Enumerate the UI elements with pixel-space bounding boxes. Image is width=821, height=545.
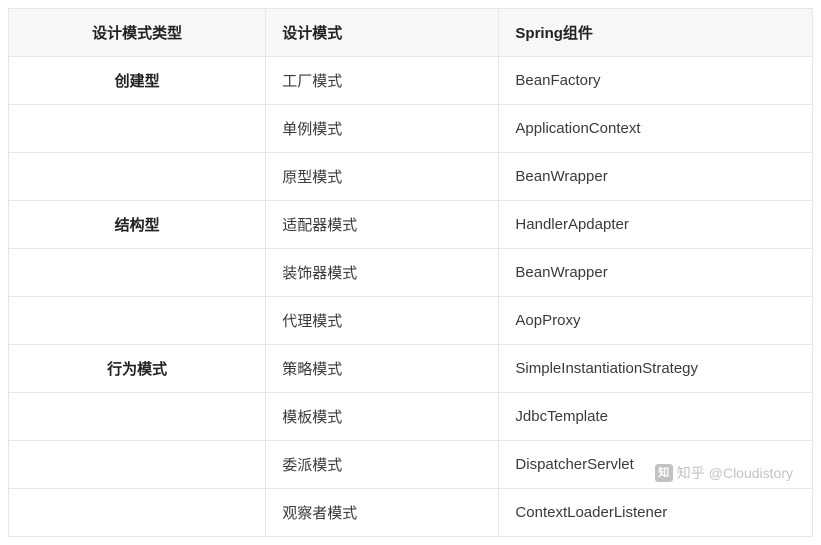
table-row: 结构型适配器模式HandlerApdapter <box>9 201 813 249</box>
header-type: 设计模式类型 <box>9 9 266 57</box>
cell-type: 创建型 <box>9 57 266 105</box>
cell-pattern: 模板模式 <box>266 393 499 441</box>
cell-type <box>9 441 266 489</box>
cell-pattern: 适配器模式 <box>266 201 499 249</box>
cell-component: BeanFactory <box>499 57 813 105</box>
cell-component: HandlerApdapter <box>499 201 813 249</box>
table-row: 代理模式AopProxy <box>9 297 813 345</box>
table-header-row: 设计模式类型 设计模式 Spring组件 <box>9 9 813 57</box>
table-row: 委派模式DispatcherServlet <box>9 441 813 489</box>
cell-pattern: 策略模式 <box>266 345 499 393</box>
table-row: 创建型工厂模式BeanFactory <box>9 57 813 105</box>
cell-type <box>9 393 266 441</box>
cell-pattern: 原型模式 <box>266 153 499 201</box>
cell-type <box>9 153 266 201</box>
cell-type <box>9 105 266 153</box>
cell-pattern: 装饰器模式 <box>266 249 499 297</box>
cell-type <box>9 489 266 537</box>
cell-component: BeanWrapper <box>499 153 813 201</box>
cell-component: DispatcherServlet <box>499 441 813 489</box>
table-row: 单例模式ApplicationContext <box>9 105 813 153</box>
header-component: Spring组件 <box>499 9 813 57</box>
table-row: 模板模式JdbcTemplate <box>9 393 813 441</box>
cell-type <box>9 249 266 297</box>
cell-component: SimpleInstantiationStrategy <box>499 345 813 393</box>
cell-pattern: 单例模式 <box>266 105 499 153</box>
table-row: 观察者模式ContextLoaderListener <box>9 489 813 537</box>
cell-pattern: 工厂模式 <box>266 57 499 105</box>
cell-pattern: 委派模式 <box>266 441 499 489</box>
cell-component: ApplicationContext <box>499 105 813 153</box>
cell-component: BeanWrapper <box>499 249 813 297</box>
cell-component: ContextLoaderListener <box>499 489 813 537</box>
cell-pattern: 代理模式 <box>266 297 499 345</box>
cell-type <box>9 297 266 345</box>
table-row: 装饰器模式BeanWrapper <box>9 249 813 297</box>
cell-type: 行为模式 <box>9 345 266 393</box>
cell-type: 结构型 <box>9 201 266 249</box>
table-row: 行为模式策略模式SimpleInstantiationStrategy <box>9 345 813 393</box>
cell-component: AopProxy <box>499 297 813 345</box>
table-row: 原型模式BeanWrapper <box>9 153 813 201</box>
cell-pattern: 观察者模式 <box>266 489 499 537</box>
header-pattern: 设计模式 <box>266 9 499 57</box>
design-pattern-table: 设计模式类型 设计模式 Spring组件 创建型工厂模式BeanFactory单… <box>8 8 813 537</box>
cell-component: JdbcTemplate <box>499 393 813 441</box>
